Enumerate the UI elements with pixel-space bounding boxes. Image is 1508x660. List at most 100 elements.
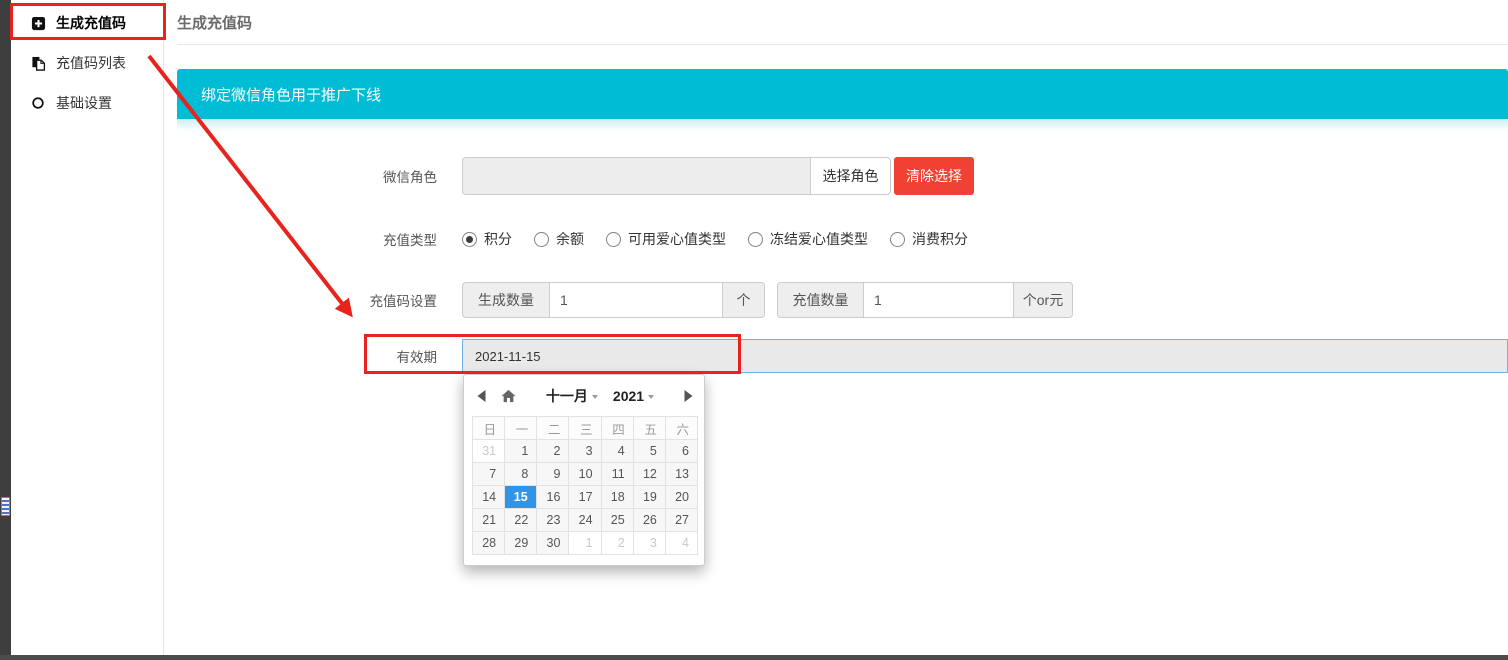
calendar-day[interactable]: 10 bbox=[569, 463, 601, 486]
prev-month-icon[interactable] bbox=[477, 390, 486, 402]
radio-option-balance[interactable]: 余额 bbox=[534, 229, 584, 249]
calendar-day-header: 日 bbox=[473, 417, 505, 440]
sidebar-item-label: 充值码列表 bbox=[56, 53, 126, 73]
calendar-day[interactable]: 4 bbox=[601, 440, 633, 463]
calendar-day[interactable]: 6 bbox=[665, 440, 697, 463]
calendar-day[interactable]: 18 bbox=[601, 486, 633, 509]
calendar-day[interactable]: 22 bbox=[505, 509, 537, 532]
calendar-day[interactable]: 27 bbox=[665, 509, 697, 532]
calendar-week-row: 2829301234 bbox=[473, 532, 698, 555]
circle-icon bbox=[30, 95, 46, 111]
calendar-week-row: 78910111213 bbox=[473, 463, 698, 486]
calendar-day[interactable]: 29 bbox=[505, 532, 537, 555]
form-row-wechat-role: 微信角色 选择角色 清除选择 bbox=[177, 157, 1508, 195]
panel-heading-shadow bbox=[177, 119, 1508, 131]
month-select[interactable]: 十一月 bbox=[546, 386, 598, 406]
plus-square-icon bbox=[30, 15, 46, 31]
radio-option-available-love-value[interactable]: 可用爱心值类型 bbox=[606, 229, 726, 249]
validity-label: 有效期 bbox=[177, 346, 437, 366]
recharge-qty-unit: 个or元 bbox=[1013, 282, 1073, 318]
calendar-day[interactable]: 28 bbox=[473, 532, 505, 555]
page-title: 生成充值码 bbox=[177, 12, 1508, 33]
calendar-day[interactable]: 19 bbox=[633, 486, 665, 509]
calendar-day[interactable]: 31 bbox=[473, 440, 505, 463]
form-row-recharge-type: 充值类型 积分 余额 可用爱心值类型 冻结爱心值类型 bbox=[177, 229, 1508, 249]
radio-icon bbox=[606, 232, 621, 247]
calendar-day[interactable]: 9 bbox=[537, 463, 569, 486]
form-row-code-settings: 充值码设置 生成数量 个 充值数量 个or元 bbox=[177, 282, 1508, 318]
calendar-day[interactable]: 2 bbox=[601, 532, 633, 555]
radio-option-consume-points[interactable]: 消费积分 bbox=[890, 229, 968, 249]
month-label: 十一月 bbox=[546, 386, 588, 406]
calendar-day-header: 三 bbox=[569, 417, 601, 440]
datepicker-header: 十一月 2021 bbox=[472, 383, 696, 409]
sidebar-item-code-list[interactable]: 充值码列表 bbox=[30, 50, 163, 76]
generate-qty-group: 生成数量 个 bbox=[462, 282, 765, 318]
sidebar: 生成充值码 充值码列表 基础设置 bbox=[11, 0, 164, 655]
sidebar-item-label: 生成充值码 bbox=[56, 13, 126, 33]
radio-icon bbox=[748, 232, 763, 247]
sidebar-item-basic-settings[interactable]: 基础设置 bbox=[30, 90, 163, 116]
calendar-grid: 日一二三四五六 31123456789101112131415161718192… bbox=[472, 416, 698, 555]
generate-qty-unit: 个 bbox=[722, 282, 765, 318]
calendar-day[interactable]: 13 bbox=[665, 463, 697, 486]
radio-icon bbox=[890, 232, 905, 247]
radio-icon bbox=[534, 232, 549, 247]
next-month-icon[interactable] bbox=[684, 390, 693, 402]
calendar-day[interactable]: 1 bbox=[569, 532, 601, 555]
generate-qty-input[interactable] bbox=[550, 282, 722, 318]
datepicker-popup: 十一月 2021 日一二三四五六 31123456789101112131415… bbox=[463, 374, 705, 566]
calendar-day[interactable]: 8 bbox=[505, 463, 537, 486]
sidebar-item-label: 基础设置 bbox=[56, 93, 112, 113]
calendar-day[interactable]: 21 bbox=[473, 509, 505, 532]
calendar-day[interactable]: 5 bbox=[633, 440, 665, 463]
calendar-day-header: 五 bbox=[633, 417, 665, 440]
home-icon[interactable] bbox=[501, 389, 516, 403]
calendar-day[interactable]: 2 bbox=[537, 440, 569, 463]
sidebar-item-generate-code[interactable]: 生成充值码 bbox=[30, 10, 163, 36]
calendar-day[interactable]: 25 bbox=[601, 509, 633, 532]
form-row-validity: 有效期 bbox=[177, 339, 1508, 373]
calendar-day[interactable]: 3 bbox=[633, 532, 665, 555]
radio-option-frozen-love-value[interactable]: 冻结爱心值类型 bbox=[748, 229, 868, 249]
main-content: 生成充值码 绑定微信角色用于推广下线 微信角色 选择角色 清除选择 充值类型 积… bbox=[164, 0, 1508, 655]
left-edge-bar bbox=[0, 0, 11, 660]
calendar-day[interactable]: 30 bbox=[537, 532, 569, 555]
calendar-day[interactable]: 4 bbox=[665, 532, 697, 555]
calendar-day-header: 二 bbox=[537, 417, 569, 440]
calendar-day-selected[interactable]: 15 bbox=[505, 486, 537, 509]
calendar-week-row: 21222324252627 bbox=[473, 509, 698, 532]
panel-heading-text: 绑定微信角色用于推广下线 bbox=[201, 84, 381, 105]
calendar-day[interactable]: 1 bbox=[505, 440, 537, 463]
radio-label: 积分 bbox=[484, 229, 512, 249]
calendar-day[interactable]: 23 bbox=[537, 509, 569, 532]
calendar-day[interactable]: 16 bbox=[537, 486, 569, 509]
radio-icon bbox=[462, 232, 477, 247]
calendar-day-headers: 日一二三四五六 bbox=[473, 417, 698, 440]
clear-selection-button[interactable]: 清除选择 bbox=[894, 157, 974, 195]
calendar-day[interactable]: 20 bbox=[665, 486, 697, 509]
radio-label: 消费积分 bbox=[912, 229, 968, 249]
wechat-role-input[interactable] bbox=[462, 157, 810, 195]
recharge-type-label: 充值类型 bbox=[177, 229, 437, 249]
calendar-day[interactable]: 17 bbox=[569, 486, 601, 509]
bottom-edge-bar bbox=[0, 655, 1508, 660]
calendar-day-header: 六 bbox=[665, 417, 697, 440]
calendar-day[interactable]: 14 bbox=[473, 486, 505, 509]
calendar-day[interactable]: 12 bbox=[633, 463, 665, 486]
calendar-day[interactable]: 11 bbox=[601, 463, 633, 486]
recharge-qty-input[interactable] bbox=[864, 282, 1013, 318]
calendar-day[interactable]: 3 bbox=[569, 440, 601, 463]
radio-option-points[interactable]: 积分 bbox=[462, 229, 512, 249]
calendar-day[interactable]: 26 bbox=[633, 509, 665, 532]
validity-date-input[interactable] bbox=[462, 339, 1508, 373]
wechat-role-label: 微信角色 bbox=[177, 166, 437, 186]
recharge-qty-group: 充值数量 个or元 bbox=[777, 282, 1073, 318]
panel-heading: 绑定微信角色用于推广下线 bbox=[177, 69, 1508, 119]
calendar-day[interactable]: 7 bbox=[473, 463, 505, 486]
year-select[interactable]: 2021 bbox=[613, 388, 654, 404]
radio-label: 冻结爱心值类型 bbox=[770, 229, 868, 249]
select-role-button[interactable]: 选择角色 bbox=[810, 157, 891, 195]
edge-drag-handle[interactable] bbox=[1, 497, 10, 516]
calendar-day[interactable]: 24 bbox=[569, 509, 601, 532]
